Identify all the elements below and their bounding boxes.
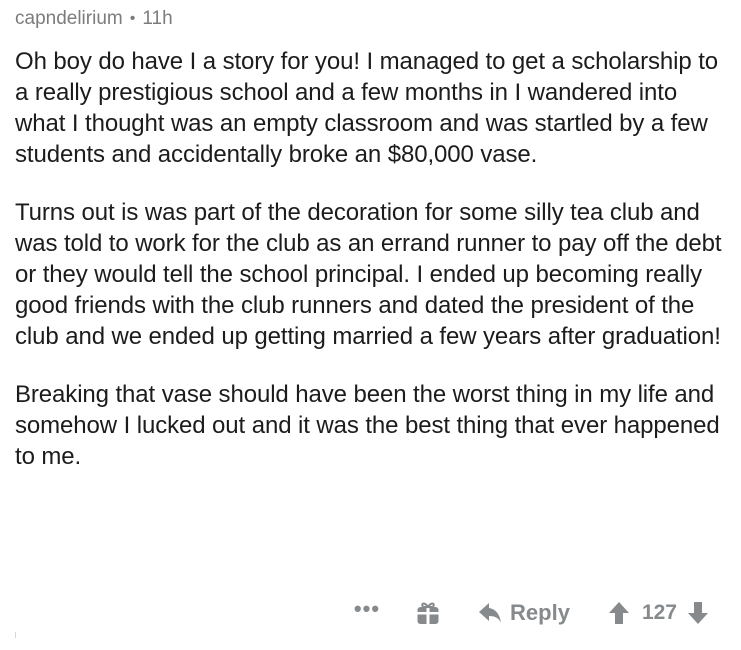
more-options-button[interactable]: ••• — [354, 598, 380, 620]
comment-meta: capndelirium • 11h — [15, 6, 727, 32]
comment-paragraph-1: Oh boy do have I a story for you! I mana… — [15, 48, 719, 168]
gift-icon[interactable] — [416, 601, 440, 625]
reply-arrow-icon — [479, 603, 502, 623]
thread-line — [15, 632, 16, 638]
author-username[interactable]: capndelirium — [15, 8, 123, 30]
comment-age: 11h — [142, 8, 173, 29]
comment-paragraph-2: Turns out is was part of the decoration … — [15, 199, 722, 350]
vote-controls: 127 — [608, 601, 709, 625]
reply-button[interactable]: Reply — [478, 600, 570, 626]
comment-paragraph-3: Breaking that vase should have been the … — [15, 381, 720, 470]
upvote-arrow-icon[interactable] — [608, 601, 630, 625]
downvote-arrow-icon[interactable] — [687, 601, 709, 625]
meta-separator: • — [129, 10, 136, 27]
vote-score: 127 — [641, 601, 677, 624]
comment-body: Oh boy do have I a story for you! I mana… — [15, 46, 727, 472]
comment: capndelirium • 11h Oh boy do have I a st… — [15, 6, 727, 499]
comment-action-bar: ••• Reply 127 — [0, 593, 741, 633]
reply-label: Reply — [510, 600, 570, 625]
